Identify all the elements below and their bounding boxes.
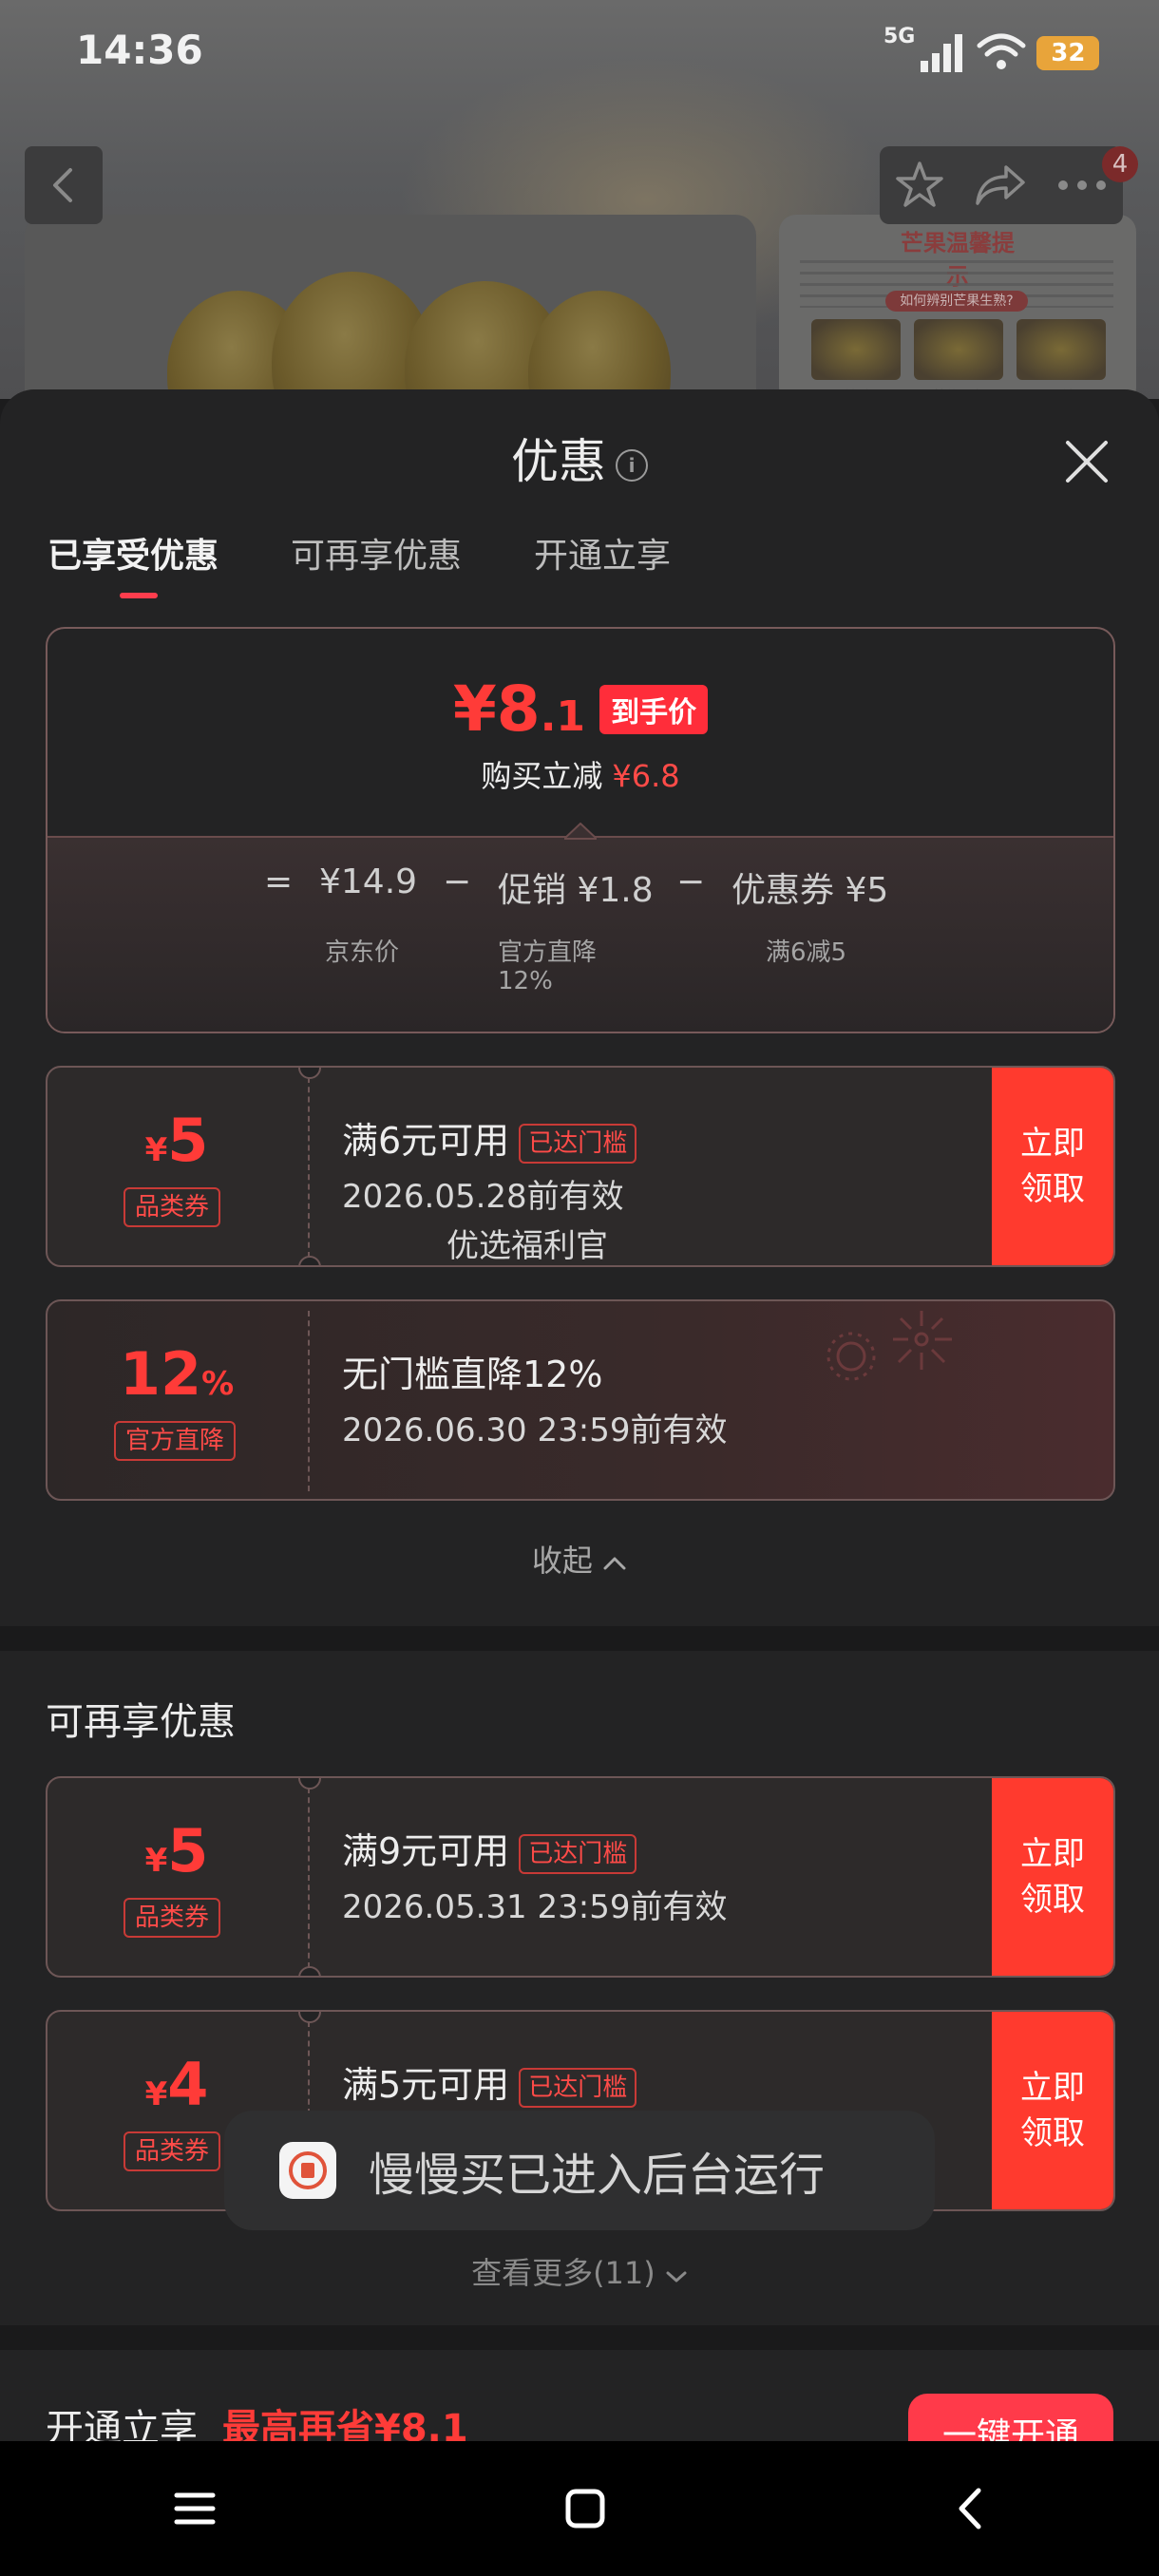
threshold-tag: 已达门槛 (519, 1833, 637, 1874)
tips-title: 芒果温馨提示 (901, 230, 1015, 290)
promo-amount: 促销 ¥1.8 (498, 871, 654, 910)
tips-picture (1016, 319, 1106, 380)
coupon-notch (298, 2012, 321, 2023)
manmanmai-logo-icon (289, 2151, 327, 2189)
discount-condition: 无门槛直降12% (342, 1354, 603, 1395)
chevron-down-icon (666, 2271, 687, 2282)
calc-minus: − (443, 862, 472, 901)
reduce-label: 购买立减 (481, 758, 603, 794)
calc-minus: − (676, 862, 706, 901)
home-icon[interactable] (563, 2487, 607, 2530)
info-icon[interactable]: i (616, 448, 648, 482)
coupon-type-label: 品类券 (124, 2131, 221, 2171)
final-price: ¥8.1 (452, 672, 586, 746)
coupon-type-label: 品类券 (124, 1898, 221, 1938)
jd-price: ¥14.9 (319, 862, 418, 901)
tab-enjoyed[interactable]: 已享受优惠 (48, 528, 218, 578)
coupon-card: ¥5 品类券 满6元可用 已达门槛 2026.05.28前有效 优选福利官 立即领… (46, 1066, 1115, 1267)
coupon-condition: 满5元可用 已达门槛 (342, 2055, 637, 2108)
coupon-notch (298, 1966, 321, 1976)
jd-price-label: 京东价 (325, 938, 400, 967)
toast: 慢慢买已进入后台运行 (224, 2111, 935, 2230)
section-divider (0, 2325, 1159, 2350)
back-nav-icon[interactable] (954, 2487, 986, 2530)
menu-icon[interactable] (173, 2490, 217, 2528)
promo-label: 官方直降 (498, 938, 598, 967)
signal-icon (921, 34, 963, 72)
coupon-validity: 2026.05.31 23:59前有效 (342, 1888, 728, 1926)
tab-open-membership[interactable]: 开通立享 (534, 528, 671, 578)
sheet-title-text: 优惠 (511, 434, 606, 489)
pointer-caret (564, 823, 597, 840)
coupon-notch (298, 1778, 321, 1790)
section-divider (0, 1626, 1159, 1651)
tips-tag: 如何辨别芒果生熟? (885, 291, 1028, 312)
chevron-up-icon (603, 1557, 626, 1570)
tab-more-discounts[interactable]: 可再享优惠 (291, 528, 462, 578)
price-summary-card: ¥8.1 到手价 购买立减 ¥6.8 = ¥14.9 − 促销 ¥1.8 − 优惠… (46, 627, 1115, 1033)
discount-validity: 2026.06.30 23:59前有效 (342, 1411, 728, 1449)
discount-type-label: 官方直降 (114, 1421, 237, 1461)
coupon-source: 优选福利官 (446, 1227, 608, 1265)
tips-image[interactable]: 芒果温馨提示 如何辨别芒果生熟? 看颜色 按软硬度 闻香气 (779, 215, 1136, 405)
calc-eq: = (264, 862, 294, 901)
tab-bar: 已享受优惠 可再享优惠 开通立享 (48, 528, 671, 578)
claim-coupon-button[interactable]: 立即 领取 (992, 1778, 1113, 1976)
coupon-amount: 优惠券 ¥5 (732, 871, 889, 910)
tab-indicator (120, 593, 158, 598)
threshold-tag: 已达门槛 (519, 1123, 637, 1164)
battery-indicator: 32 (1036, 36, 1100, 70)
official-discount-card: 12% 官方直降 无门槛直降12% 2026.06.30 23:59前有效 (46, 1299, 1115, 1501)
coupon-rule-label: 满6减5 (766, 938, 847, 967)
status-time: 14:36 (76, 27, 203, 73)
coupon-value: ¥5 (144, 1816, 209, 1885)
app-icon (279, 2142, 336, 2199)
star-icon[interactable] (894, 160, 945, 211)
top-action-bar (880, 146, 1123, 224)
coupon-value: ¥4 (144, 2050, 209, 2119)
coupon-divider (308, 1788, 310, 1968)
coupon-validity: 2026.05.28前有效 (342, 1178, 624, 1216)
coupon-notch (298, 1068, 321, 1079)
status-icons: 5G 32 (884, 25, 1100, 82)
collapse-label: 收起 (531, 1543, 593, 1579)
claim-coupon-button[interactable]: 立即 领取 (992, 2012, 1113, 2209)
reduce-row: 购买立减 ¥6.8 (48, 752, 1113, 796)
final-price-tag: 到手价 (599, 684, 709, 734)
sheet-title: 优惠 i (0, 424, 1159, 492)
notification-badge: 4 (1102, 146, 1138, 182)
discount-value: 12% (119, 1339, 235, 1409)
coupon-card: ¥5 品类券 满9元可用 已达门槛 2026.05.31 23:59前有效 立即领… (46, 1776, 1115, 1978)
firework-decoration (826, 1311, 952, 1381)
network-type: 5G (884, 25, 916, 48)
threshold-tag: 已达门槛 (519, 2067, 637, 2108)
back-button[interactable] (25, 146, 103, 224)
system-navigation-bar (0, 2441, 1159, 2576)
tips-picture (811, 319, 901, 380)
share-icon[interactable] (974, 161, 1027, 209)
final-price-row: ¥8.1 到手价 (48, 672, 1113, 746)
claim-coupon-button[interactable]: 立即 领取 (992, 1068, 1113, 1265)
more-discounts-title: 可再享优惠 (46, 1700, 236, 1744)
promo-percent: 12% (498, 967, 553, 995)
chevron-left-icon (53, 168, 72, 202)
coupon-notch (298, 1256, 321, 1265)
reduce-value: ¥6.8 (612, 758, 680, 794)
coupon-value: ¥5 (144, 1106, 209, 1175)
toast-message: 慢慢买已进入后台运行 (369, 2149, 826, 2202)
coupon-condition: 满6元可用 已达门槛 (342, 1111, 637, 1164)
close-icon[interactable] (1058, 433, 1115, 490)
see-more-label: 查看更多(11) (471, 2255, 656, 2291)
coupon-type-label: 品类券 (124, 1187, 221, 1227)
coupon-divider (308, 1077, 310, 1258)
see-more-link[interactable]: 查看更多(11) (0, 2249, 1159, 2293)
collapse-toggle[interactable]: 收起 (0, 1537, 1159, 1581)
tips-picture (914, 319, 1003, 380)
more-icon[interactable] (1055, 178, 1109, 193)
coupon-divider (308, 1311, 310, 1491)
coupon-condition: 满9元可用 已达门槛 (342, 1822, 637, 1874)
wifi-icon (977, 33, 1026, 69)
